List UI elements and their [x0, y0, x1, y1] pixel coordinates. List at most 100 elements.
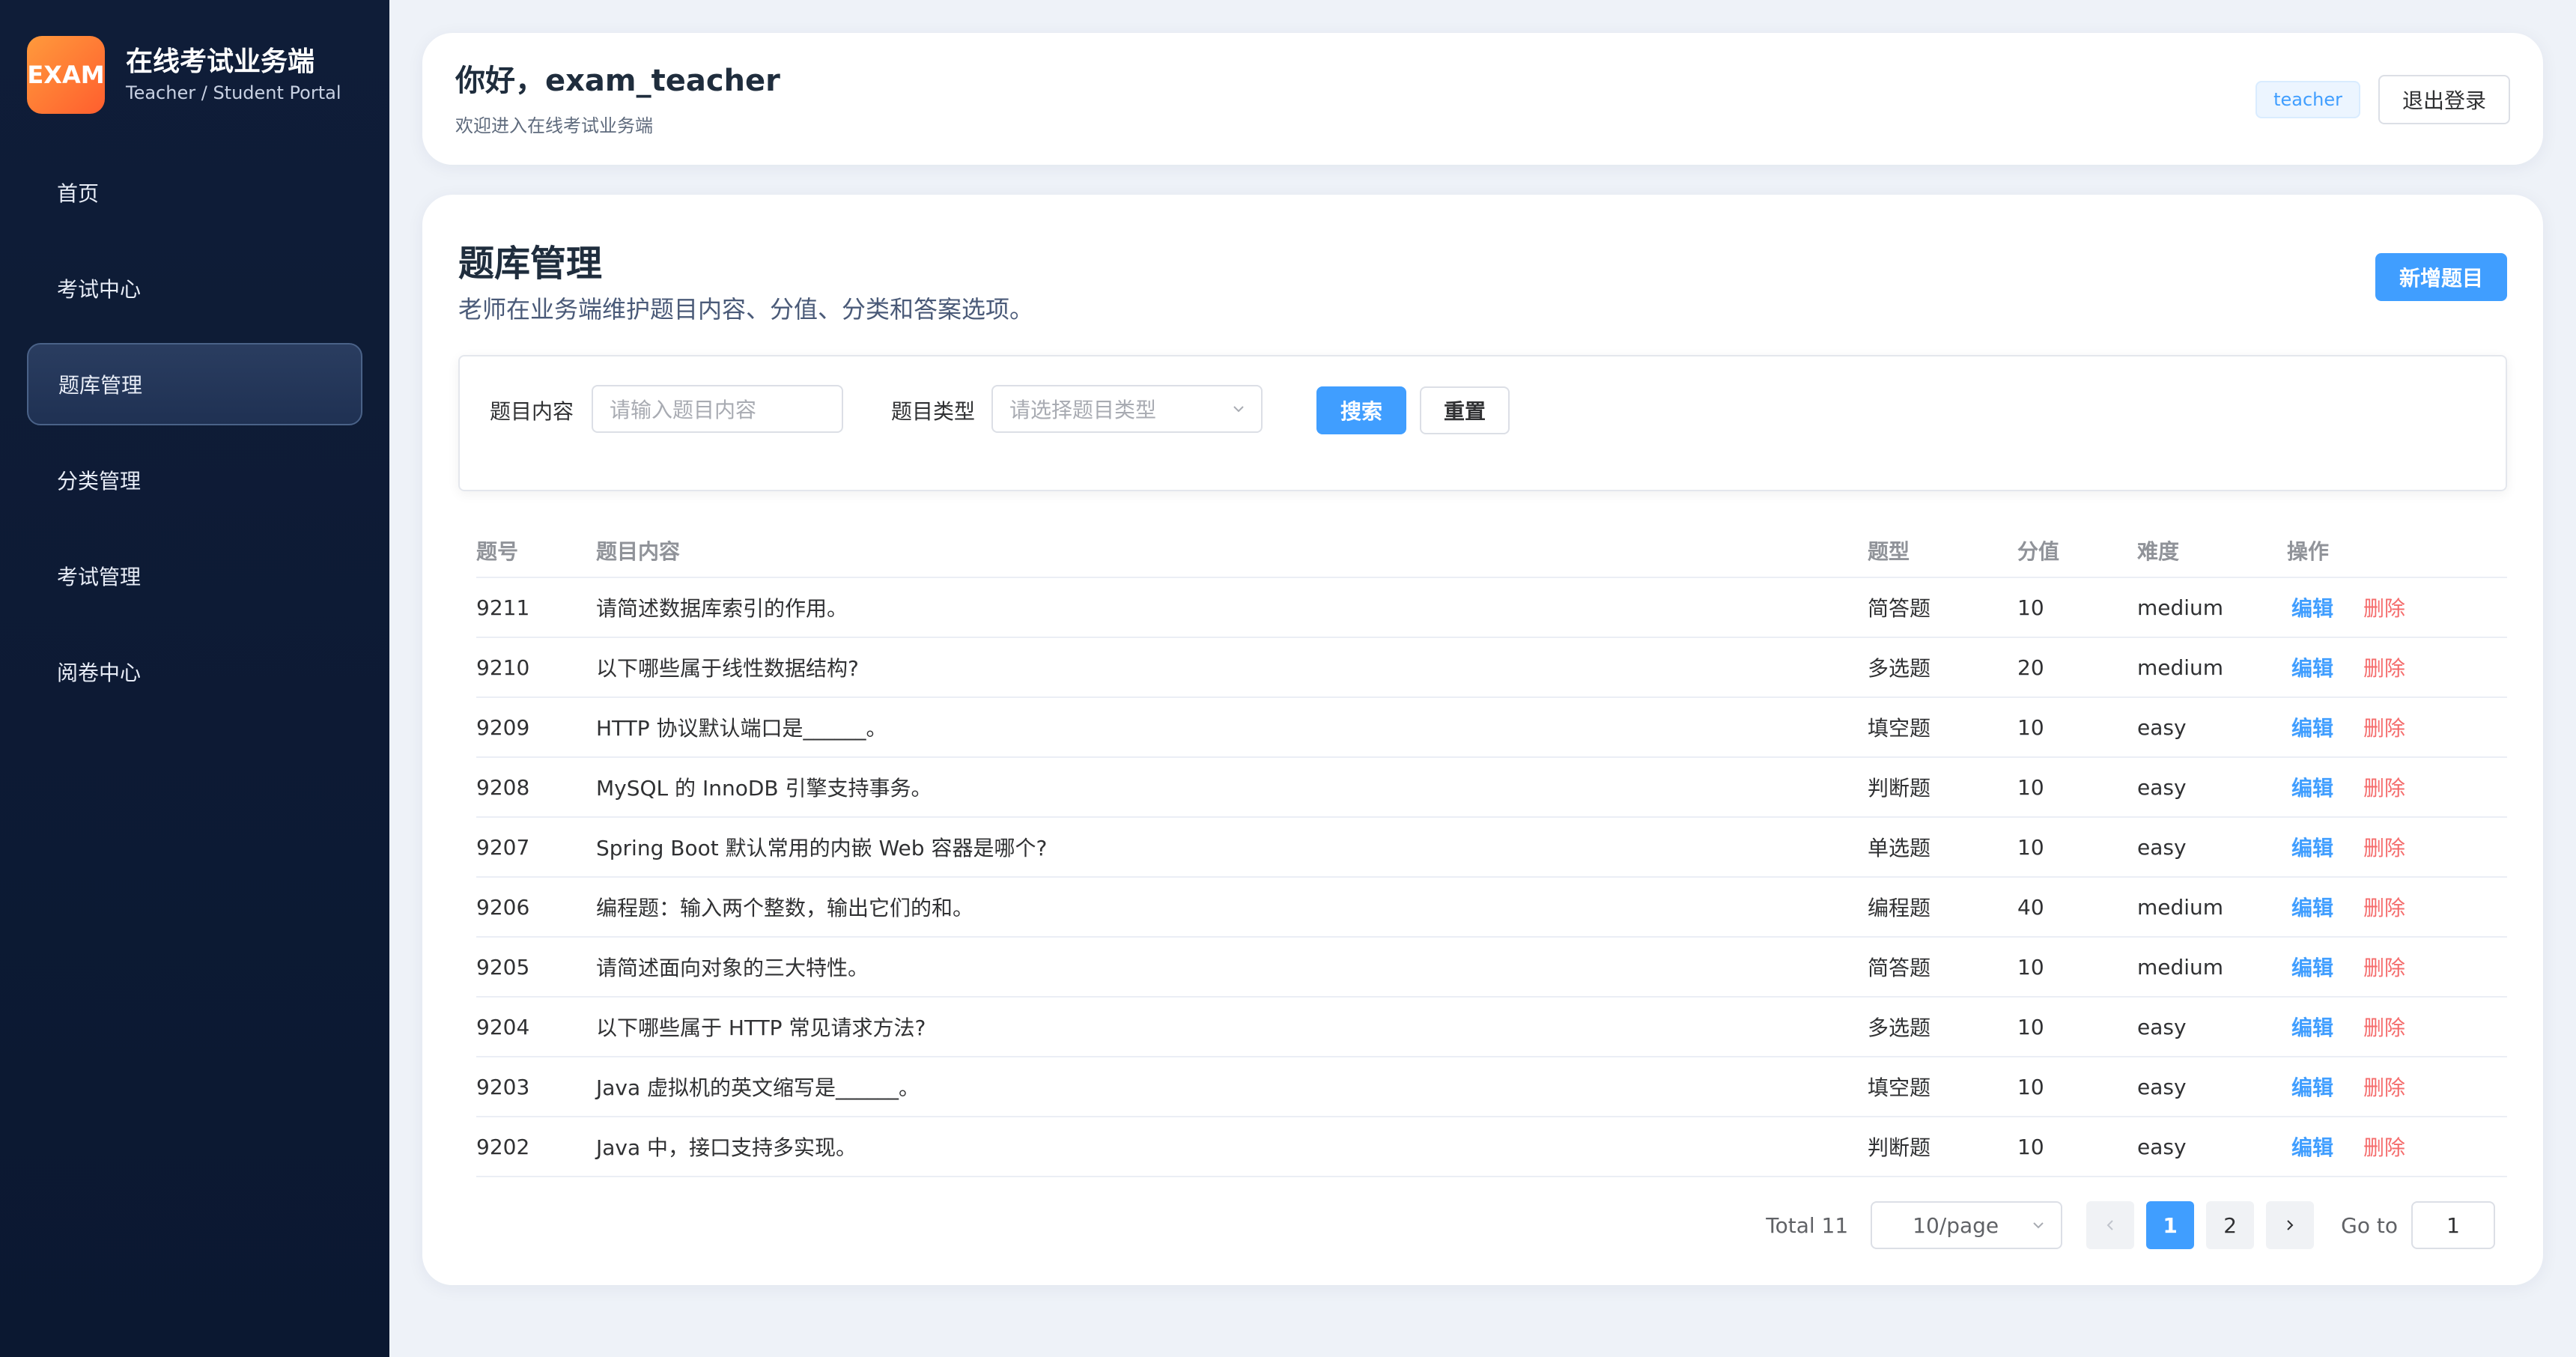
cell-difficulty: easy — [2137, 1134, 2187, 1159]
sidebar-item-home[interactable]: 首页 — [27, 151, 362, 234]
chevron-left-icon — [2106, 1220, 2113, 1230]
cell-id: 9208 — [476, 774, 530, 800]
cell-type: 多选题 — [1868, 1016, 1931, 1040]
edit-button[interactable]: 编辑 — [2291, 712, 2333, 742]
question-table: 题号 题目内容 题型 分值 难度 操作 9211 请简述数据库索引的作用。 简答题 1… — [476, 524, 2507, 1177]
cell-id: 9209 — [476, 714, 530, 740]
cell-score: 10 — [2017, 954, 2044, 980]
table-body: 9211 请简述数据库索引的作用。 简答题 10 medium 编辑 删除 9210 以下哪些属… — [476, 578, 2507, 1177]
brand: EXAM 在线考试业务端 Teacher / Student Portal — [27, 33, 362, 117]
add-question-button[interactable]: 新增题目 — [2375, 253, 2507, 301]
delete-button[interactable]: 删除 — [2363, 832, 2405, 862]
cell-content: 编程题：输入两个整数，输出它们的和。 — [596, 896, 974, 920]
app-title: 在线考试业务端 — [126, 46, 315, 77]
delete-button[interactable]: 删除 — [2363, 772, 2405, 802]
cell-content: Java 虚拟机的英文缩写是______。 — [596, 1075, 920, 1100]
role-badge: teacher — [2255, 81, 2360, 118]
delete-button[interactable]: 删除 — [2363, 952, 2405, 982]
cell-content: MySQL 的 InnoDB 引擎支持事务。 — [596, 776, 932, 801]
cell-score: 10 — [2017, 1074, 2044, 1099]
chevron-down-icon — [1233, 406, 1244, 413]
page-button-2[interactable]: 2 — [2206, 1201, 2255, 1249]
edit-button[interactable]: 编辑 — [2291, 952, 2333, 982]
delete-button[interactable]: 删除 — [2363, 892, 2405, 922]
cell-difficulty: medium — [2137, 894, 2224, 920]
delete-button[interactable]: 删除 — [2363, 1012, 2405, 1042]
type-label: 题目类型 — [891, 399, 976, 424]
cell-content: HTTP 协议默认端口是______。 — [596, 716, 887, 741]
edit-button[interactable]: 编辑 — [2291, 892, 2333, 922]
edit-button[interactable]: 编辑 — [2291, 1012, 2333, 1042]
goto-page-input[interactable]: 1 — [2411, 1201, 2495, 1249]
cell-type: 简答题 — [1868, 596, 1931, 621]
search-form: 题目内容 请输入题目内容 题目类型 请选择题目类型 搜索 重置 — [458, 355, 2507, 491]
cell-content: 请简述面向对象的三大特性。 — [596, 956, 869, 980]
cell-score: 10 — [2017, 834, 2044, 860]
delete-button[interactable]: 删除 — [2363, 712, 2405, 742]
cell-id: 9202 — [476, 1134, 530, 1159]
cell-content: Java 中，接口支持多实现。 — [596, 1135, 857, 1160]
cell-type: 填空题 — [1868, 716, 1931, 741]
cell-score: 20 — [2017, 655, 2044, 680]
delete-button[interactable]: 删除 — [2363, 652, 2405, 682]
table-row: 9203 Java 虚拟机的英文缩写是______。 填空题 10 easy 编辑 删除 — [476, 1057, 2507, 1117]
cell-score: 10 — [2017, 714, 2044, 740]
page-size-select[interactable]: 10/page — [1871, 1201, 2063, 1249]
table-row: 9211 请简述数据库索引的作用。 简答题 10 medium 编辑 删除 — [476, 578, 2507, 638]
cell-score: 40 — [2017, 894, 2044, 920]
edit-button[interactable]: 编辑 — [2291, 772, 2333, 802]
table-row: 9204 以下哪些属于 HTTP 常见请求方法? 多选题 10 easy 编辑 删除 — [476, 998, 2507, 1057]
edit-button[interactable]: 编辑 — [2291, 1132, 2333, 1162]
sidebar-item-grading[interactable]: 阅卷中心 — [27, 631, 362, 713]
greeting: 你好，exam_teacher — [455, 64, 780, 98]
cell-score: 10 — [2017, 1014, 2044, 1039]
sidebar-item-exam-management[interactable]: 考试管理 — [27, 535, 362, 617]
delete-button[interactable]: 删除 — [2363, 592, 2405, 622]
edit-button[interactable]: 编辑 — [2291, 652, 2333, 682]
cell-difficulty: medium — [2137, 954, 2224, 980]
next-page-button[interactable] — [2266, 1201, 2315, 1249]
content-search-input[interactable]: 请输入题目内容 — [592, 385, 843, 433]
search-button[interactable]: 搜索 — [1316, 386, 1406, 434]
sidebar-item-category[interactable]: 分类管理 — [27, 439, 362, 521]
logout-button[interactable]: 退出登录 — [2378, 75, 2510, 124]
cell-content: 以下哪些属于 HTTP 常见请求方法? — [596, 1016, 926, 1040]
cell-difficulty: easy — [2137, 1074, 2187, 1099]
cell-content: 以下哪些属于线性数据结构? — [596, 656, 859, 681]
table-row: 9208 MySQL 的 InnoDB 引擎支持事务。 判断题 10 easy 编辑 删除 — [476, 758, 2507, 818]
delete-button[interactable]: 删除 — [2363, 1072, 2405, 1102]
edit-button[interactable]: 编辑 — [2291, 592, 2333, 622]
sidebar-item-label: 分类管理 — [57, 469, 142, 494]
reset-button[interactable]: 重置 — [1420, 386, 1510, 434]
col-difficulty: 难度 — [2137, 539, 2180, 564]
app-logo: EXAM — [27, 36, 105, 114]
greeting-subtitle: 欢迎进入在线考试业务端 — [455, 115, 653, 136]
edit-button[interactable]: 编辑 — [2291, 832, 2333, 862]
cell-score: 10 — [2017, 774, 2044, 800]
cell-type: 判断题 — [1868, 776, 1931, 801]
cell-difficulty: easy — [2137, 1014, 2187, 1039]
table-row: 9207 Spring Boot 默认常用的内嵌 Web 容器是哪个? 单选题 10 e… — [476, 818, 2507, 878]
cell-id: 9204 — [476, 1014, 530, 1039]
col-score: 分值 — [2017, 539, 2060, 564]
page-button-1[interactable]: 1 — [2146, 1201, 2195, 1249]
table-row: 9209 HTTP 协议默认端口是______。 填空题 10 easy 编辑 删除 — [476, 698, 2507, 758]
sidebar-item-question-bank[interactable]: 题库管理 — [27, 343, 362, 425]
goto-label: Go to — [2341, 1212, 2398, 1238]
header-card: 你好，exam_teacher 欢迎进入在线考试业务端 teacher 退出登录 — [422, 33, 2543, 165]
table-row: 9210 以下哪些属于线性数据结构? 多选题 20 medium 编辑 删除 — [476, 638, 2507, 698]
cell-id: 9205 — [476, 954, 530, 980]
delete-button[interactable]: 删除 — [2363, 1132, 2405, 1162]
prev-page-button[interactable] — [2086, 1201, 2135, 1249]
table-row: 9205 请简述面向对象的三大特性。 简答题 10 medium 编辑 删除 — [476, 938, 2507, 998]
cell-score: 10 — [2017, 1134, 2044, 1159]
page-description: 老师在业务端维护题目内容、分值、分类和答案选项。 — [458, 295, 1034, 324]
cell-difficulty: easy — [2137, 714, 2187, 740]
cell-type: 单选题 — [1868, 836, 1931, 860]
edit-button[interactable]: 编辑 — [2291, 1072, 2333, 1102]
col-ops: 操作 — [2287, 539, 2330, 564]
type-select[interactable]: 请选择题目类型 — [991, 385, 1263, 433]
sidebar-item-exam-center[interactable]: 考试中心 — [27, 247, 362, 330]
cell-id: 9206 — [476, 894, 530, 920]
cell-id: 9211 — [476, 595, 530, 620]
